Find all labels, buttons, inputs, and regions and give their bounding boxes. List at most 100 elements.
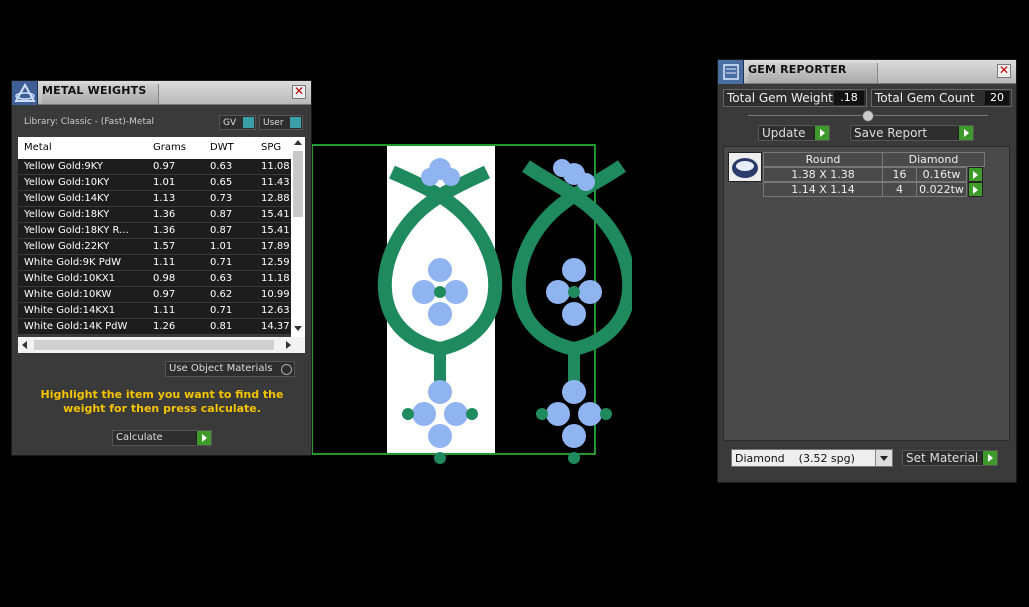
update-button[interactable]: Update xyxy=(758,125,830,141)
metal-table[interactable]: Metal Grams DWT SPG Yellow Gold:9KY 0.97 0… xyxy=(18,137,305,337)
total-gem-count-label: Total Gem Count xyxy=(875,91,975,105)
gem-row-action-button[interactable] xyxy=(968,182,983,197)
play-arrow-icon xyxy=(196,431,211,445)
hscroll-thumb[interactable] xyxy=(34,340,274,350)
table-row[interactable]: White Gold:10KW 0.97 0.62 10.99 xyxy=(18,287,305,303)
viewport[interactable] xyxy=(312,144,632,464)
cell-dwt: 0.71 xyxy=(210,257,233,268)
col-dwt[interactable]: DWT xyxy=(210,137,234,159)
gem-weight: 0.022tw xyxy=(916,182,967,197)
cell-metal-name: White Gold:14K PdW xyxy=(24,321,128,332)
cell-dwt: 0.87 xyxy=(210,225,233,236)
metal-table-hscroll[interactable] xyxy=(18,337,305,353)
gem-size: 1.14 X 1.14 xyxy=(763,182,883,197)
total-gem-weight-label: Total Gem Weight xyxy=(727,91,833,105)
material-select-value: Diamond (3.52 spg) xyxy=(735,452,855,465)
gem-reporter-titlebar[interactable]: GEM REPORTER ✕ xyxy=(718,60,1016,84)
metal-table-vscroll[interactable] xyxy=(291,137,305,337)
cell-grams: 1.11 xyxy=(153,305,176,316)
calculate-label: Calculate xyxy=(116,432,163,443)
col-metal[interactable]: Metal xyxy=(24,137,52,159)
col-grams[interactable]: Grams xyxy=(153,137,186,159)
radio-icon xyxy=(281,364,292,375)
close-icon[interactable]: ✕ xyxy=(292,85,306,99)
cell-spg: 11.18 xyxy=(261,273,290,284)
library-label: Library: Classic - (Fast)-Metal xyxy=(24,117,155,127)
scroll-thumb[interactable] xyxy=(293,151,303,217)
cell-grams: 1.57 xyxy=(153,241,176,252)
table-row[interactable]: White Gold:9K PdW 1.11 0.71 12.59 xyxy=(18,255,305,271)
cell-dwt: 0.87 xyxy=(210,209,233,220)
cell-spg: 11.08 xyxy=(261,161,290,172)
gem-count: 4 xyxy=(882,182,917,197)
table-row[interactable]: White Gold:14K PdW 1.26 0.81 14.37 xyxy=(18,319,305,335)
col-spg[interactable]: SPG xyxy=(261,137,281,159)
instructions-text: Highlight the item you want to find the … xyxy=(40,388,284,415)
metal-weights-logo-icon xyxy=(12,81,38,105)
close-icon[interactable]: ✕ xyxy=(997,64,1011,78)
cell-metal-name: Yellow Gold:18KY R... xyxy=(24,225,129,236)
scroll-right-icon[interactable] xyxy=(286,341,291,349)
cell-spg: 17.89 xyxy=(261,241,290,252)
total-gem-weight-value: .18 xyxy=(834,91,864,105)
calculate-button[interactable]: Calculate xyxy=(112,430,212,446)
scroll-down-icon[interactable] xyxy=(294,326,302,331)
table-row[interactable]: Yellow Gold:18KY R... 1.36 0.87 15.41 xyxy=(18,223,305,239)
chevron-down-icon[interactable] xyxy=(875,450,892,466)
save-report-button[interactable]: Save Report xyxy=(850,125,974,141)
set-material-button[interactable]: Set Material xyxy=(902,450,998,466)
gem-reporter-panel: GEM REPORTER ✕ Total Gem Weight .18 Tota… xyxy=(717,59,1017,483)
set-material-label: Set Material xyxy=(906,451,979,465)
cell-spg: 14.37 xyxy=(261,321,290,332)
play-arrow-icon xyxy=(814,126,829,140)
cell-dwt: 1.01 xyxy=(210,241,233,252)
cell-dwt: 0.65 xyxy=(210,177,233,188)
table-row[interactable]: White Gold:10KX1 0.98 0.63 11.18 xyxy=(18,271,305,287)
user-toggle[interactable]: User xyxy=(259,115,303,130)
scroll-up-icon[interactable] xyxy=(294,140,302,145)
gem-weight: 0.16tw xyxy=(916,167,967,182)
gem-row-action-button[interactable] xyxy=(968,167,983,182)
cell-metal-name: Yellow Gold:9KY xyxy=(24,161,103,172)
splitter-knob-icon[interactable] xyxy=(862,110,874,122)
cell-metal-name: Yellow Gold:18KY xyxy=(24,209,110,220)
cell-spg: 10.99 xyxy=(261,289,290,300)
cell-metal-name: Yellow Gold:22KY xyxy=(24,241,110,252)
cell-metal-name: Yellow Gold:10KY xyxy=(24,177,110,188)
cell-grams: 1.36 xyxy=(153,209,176,220)
cell-dwt: 0.63 xyxy=(210,161,233,172)
total-gem-count-box: Total Gem Count 20 xyxy=(871,89,1012,107)
table-row[interactable]: Yellow Gold:9KY 0.97 0.63 11.08 xyxy=(18,159,305,175)
play-arrow-icon xyxy=(958,126,973,140)
table-row[interactable]: Yellow Gold:14KY 1.13 0.73 12.88 xyxy=(18,191,305,207)
round-gem-thumbnail-icon[interactable] xyxy=(728,152,762,182)
cell-dwt: 0.71 xyxy=(210,305,233,316)
table-row[interactable]: White Gold:14KX1 1.11 0.71 12.63 xyxy=(18,303,305,319)
gv-toggle-label: GV xyxy=(223,118,237,128)
cell-metal-name: White Gold:14KX1 xyxy=(24,305,116,316)
use-object-materials-toggle[interactable]: Use Object Materials xyxy=(165,361,295,377)
table-row[interactable]: Yellow Gold:10KY 1.01 0.65 11.43 xyxy=(18,175,305,191)
table-row[interactable]: Yellow Gold:18KY 1.36 0.87 15.41 xyxy=(18,207,305,223)
gv-toggle[interactable]: GV xyxy=(219,115,256,130)
cell-grams: 1.01 xyxy=(153,177,176,188)
cell-metal-name: Yellow Gold:14KY xyxy=(24,193,110,204)
save-report-label: Save Report xyxy=(854,126,928,140)
play-arrow-icon xyxy=(973,171,978,179)
cell-spg: 12.59 xyxy=(261,257,290,268)
table-row[interactable]: Yellow Gold:22KY 1.57 1.01 17.89 xyxy=(18,239,305,255)
play-arrow-icon xyxy=(973,186,978,194)
earring-models-view[interactable] xyxy=(312,144,632,464)
gem-header-shape: Round xyxy=(763,152,883,167)
scroll-left-icon[interactable] xyxy=(22,341,27,349)
metal-weights-panel: METAL WEIGHTS ✕ Library: Classic - (Fast… xyxy=(11,80,312,456)
toggle-indicator-icon xyxy=(243,117,254,128)
metal-weights-titlebar[interactable]: METAL WEIGHTS ✕ xyxy=(12,81,311,105)
material-select[interactable]: Diamond (3.52 spg) xyxy=(731,449,893,467)
play-arrow-icon xyxy=(982,451,997,465)
cell-spg: 15.41 xyxy=(261,225,290,236)
cell-spg: 12.63 xyxy=(261,305,290,316)
cell-grams: 1.11 xyxy=(153,257,176,268)
cell-spg: 15.41 xyxy=(261,209,290,220)
total-gem-count-value: 20 xyxy=(985,91,1009,105)
